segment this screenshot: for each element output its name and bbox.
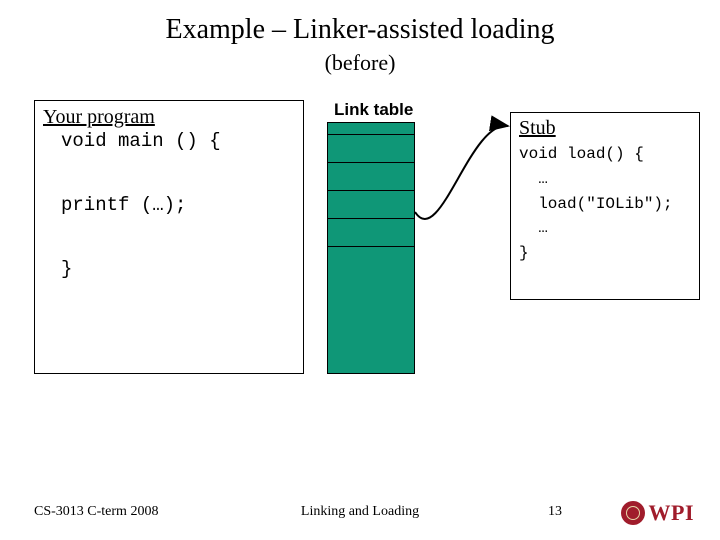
slide-subtitle: (before) xyxy=(0,50,720,76)
stub-line: load("IOLib"); xyxy=(519,192,693,217)
your-program-heading: Your program xyxy=(43,105,295,130)
program-line-main: void main () { xyxy=(43,130,295,154)
footer-page-number: 13 xyxy=(548,504,562,520)
link-table-row xyxy=(328,163,414,191)
stub-box: Stub void load() { … load("IOLib"); … } xyxy=(510,112,700,300)
link-table xyxy=(327,122,415,374)
link-table-label: Link table xyxy=(334,100,413,120)
wpi-logo: WPI xyxy=(621,498,695,528)
link-table-row xyxy=(328,123,414,135)
stub-heading: Stub xyxy=(519,117,693,140)
slide-title: Example – Linker-assisted loading xyxy=(0,14,720,46)
stub-line: void load() { xyxy=(519,142,693,167)
link-table-row xyxy=(328,219,414,247)
stub-line: … xyxy=(519,167,693,192)
footer-title: Linking and Loading xyxy=(0,504,720,520)
slide: Example – Linker-assisted loading (befor… xyxy=(0,0,720,540)
link-table-row xyxy=(328,135,414,163)
stub-line: } xyxy=(519,241,693,266)
wpi-seal-icon xyxy=(621,501,645,525)
wpi-wordmark: WPI xyxy=(649,500,695,526)
program-line-closebrace: } xyxy=(43,258,295,282)
stub-line: … xyxy=(519,216,693,241)
your-program-box: Your program void main () { printf (…); … xyxy=(34,100,304,374)
program-line-printf: printf (…); xyxy=(43,194,295,218)
link-table-row xyxy=(328,191,414,219)
